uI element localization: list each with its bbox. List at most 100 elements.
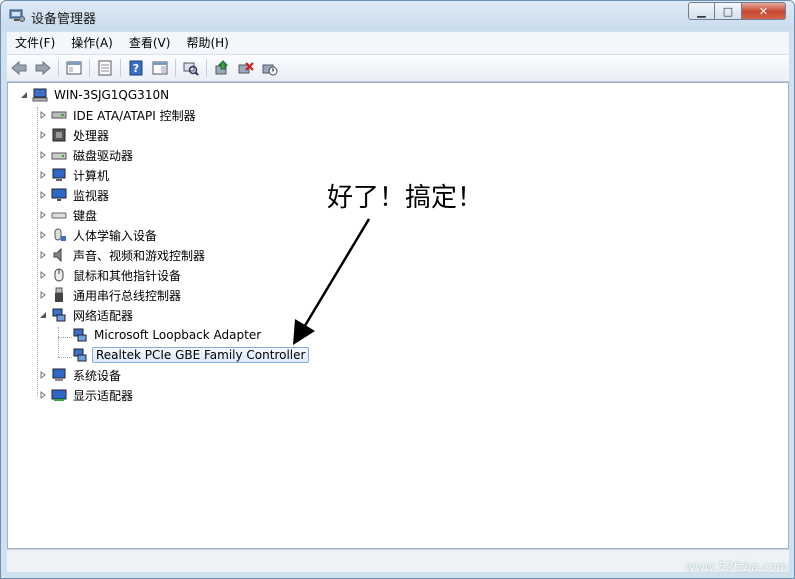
tree-line	[58, 357, 72, 358]
collapse-arrow-icon[interactable]	[19, 85, 29, 105]
speaker-icon	[51, 247, 67, 263]
display-adapter-icon	[51, 387, 67, 403]
minimize-button[interactable]: ▁	[688, 2, 715, 20]
tree-root[interactable]: WIN-3SJG1QG310N	[19, 85, 171, 105]
properties-button[interactable]	[94, 57, 116, 79]
tree-item-monitor[interactable]: 监视器	[38, 185, 111, 205]
expand-arrow-icon[interactable]	[38, 185, 48, 205]
expand-arrow-icon[interactable]	[38, 385, 48, 405]
scan-hardware-button[interactable]	[180, 57, 202, 79]
properties-icon	[98, 60, 112, 76]
forward-arrow-icon	[35, 60, 51, 76]
expand-arrow-icon[interactable]	[38, 205, 48, 225]
tree-item-hid[interactable]: 人体学输入设备	[38, 225, 159, 245]
network-adapter-icon	[51, 307, 67, 323]
annotation-text: 好了！搞定！	[327, 183, 484, 213]
network-adapter-icon	[72, 347, 88, 363]
processor-icon	[51, 127, 67, 143]
expand-arrow-icon[interactable]	[38, 145, 48, 165]
close-button[interactable]: ✕	[742, 2, 786, 20]
tree-item-ide[interactable]: IDE ATA/ATAPI 控制器	[38, 105, 198, 125]
tree-item-realtek-adapter[interactable]: Realtek PCIe GBE Family Controller	[72, 345, 310, 365]
tree-item-label: 系统设备	[73, 368, 122, 383]
menu-view[interactable]: 查看(V)	[121, 32, 179, 54]
tree-item-label: 计算机	[73, 168, 110, 183]
tree-line	[58, 327, 59, 357]
ide-controller-icon	[51, 107, 67, 123]
expand-arrow-icon[interactable]	[38, 285, 48, 305]
maximize-button[interactable]: □	[715, 2, 742, 20]
menu-file[interactable]: 文件(F)	[7, 32, 63, 54]
network-adapter-icon	[72, 327, 88, 343]
tree-item-loopback-adapter[interactable]: Microsoft Loopback Adapter	[72, 325, 263, 345]
toolbar: ?	[7, 55, 789, 82]
expand-arrow-icon[interactable]	[38, 265, 48, 285]
system-device-icon	[51, 367, 67, 383]
title-bar[interactable]: 设备管理器 ▁ □ ✕	[1, 1, 794, 31]
tree-item-display[interactable]: 显示适配器	[38, 385, 135, 405]
computer-name: WIN-3SJG1QG310N	[54, 88, 170, 102]
collapse-arrow-icon[interactable]	[38, 305, 48, 325]
disable-icon	[262, 64, 278, 76]
computer-icon	[32, 87, 48, 103]
tree-item-sound[interactable]: 声音、视频和游戏控制器	[38, 245, 207, 265]
back-arrow-icon	[11, 60, 27, 76]
expand-arrow-icon[interactable]	[38, 365, 48, 385]
tree-item-label: 键盘	[73, 208, 98, 223]
show-hide-console-tree-icon	[66, 61, 82, 75]
usb-icon	[51, 287, 67, 303]
toolbar-separator	[89, 59, 90, 77]
tree-item-system[interactable]: 系统设备	[38, 365, 123, 385]
uninstall-button[interactable]	[235, 57, 257, 79]
tree-item-mouse[interactable]: 鼠标和其他指针设备	[38, 265, 183, 285]
help-button[interactable]: ?	[125, 57, 147, 79]
back-button[interactable]	[8, 57, 30, 79]
tree-item-label-selected: Realtek PCIe GBE Family Controller	[92, 347, 310, 363]
toolbar-separator	[120, 59, 121, 77]
tree-item-computer[interactable]: 计算机	[38, 165, 111, 185]
tree-item-label: 显示适配器	[73, 388, 134, 403]
tree-item-keyboard[interactable]: 键盘	[38, 205, 99, 225]
tree-item-label: 磁盘驱动器	[73, 148, 134, 163]
forward-button[interactable]	[32, 57, 54, 79]
tree-line	[58, 337, 72, 338]
mouse-icon	[51, 267, 67, 283]
tree-item-network[interactable]: 网络适配器	[38, 305, 135, 325]
disk-drive-icon	[51, 147, 67, 163]
tree-item-label: 处理器	[73, 128, 110, 143]
scan-hardware-icon	[183, 62, 199, 76]
expand-arrow-icon[interactable]	[38, 105, 48, 125]
tree-item-label: 人体学输入设备	[73, 228, 158, 243]
expand-arrow-icon[interactable]	[38, 125, 48, 145]
disable-button[interactable]	[259, 57, 281, 79]
monitor-icon	[51, 187, 67, 203]
tree-item-label: 网络适配器	[73, 308, 134, 323]
expand-arrow-icon[interactable]	[38, 225, 48, 245]
svg-text:?: ?	[133, 62, 139, 75]
annotation-arrow	[293, 218, 371, 345]
tree-item-label: 鼠标和其他指针设备	[73, 268, 182, 283]
expand-arrow-icon[interactable]	[38, 245, 48, 265]
menu-help[interactable]: 帮助(H)	[178, 32, 236, 54]
tree-item-label: 监视器	[73, 188, 110, 203]
update-driver-button[interactable]	[211, 57, 233, 79]
device-tree[interactable]: WIN-3SJG1QG310N IDE ATA/ATAPI 控制器 处理器 磁盘…	[7, 82, 789, 549]
help-icon: ?	[129, 60, 143, 76]
uninstall-icon	[238, 62, 254, 74]
tree-item-disk[interactable]: 磁盘驱动器	[38, 145, 135, 165]
tree-item-processor[interactable]: 处理器	[38, 125, 111, 145]
update-driver-icon	[215, 60, 229, 75]
console-tree-button[interactable]	[63, 57, 85, 79]
action-pane-button[interactable]	[149, 57, 171, 79]
tree-item-label: Microsoft Loopback Adapter	[94, 328, 262, 342]
tree-item-usb[interactable]: 通用串行总线控制器	[38, 285, 183, 305]
status-bar	[7, 549, 789, 572]
watermark: www.52fzba.com	[685, 560, 788, 574]
window-title: 设备管理器	[31, 12, 97, 27]
menu-bar: 文件(F) 操作(A) 查看(V) 帮助(H)	[7, 32, 789, 55]
toolbar-separator	[206, 59, 207, 77]
window-controls: ▁ □ ✕	[688, 2, 786, 20]
expand-arrow-icon[interactable]	[38, 165, 48, 185]
menu-action[interactable]: 操作(A)	[63, 32, 121, 54]
toolbar-separator	[58, 59, 59, 77]
